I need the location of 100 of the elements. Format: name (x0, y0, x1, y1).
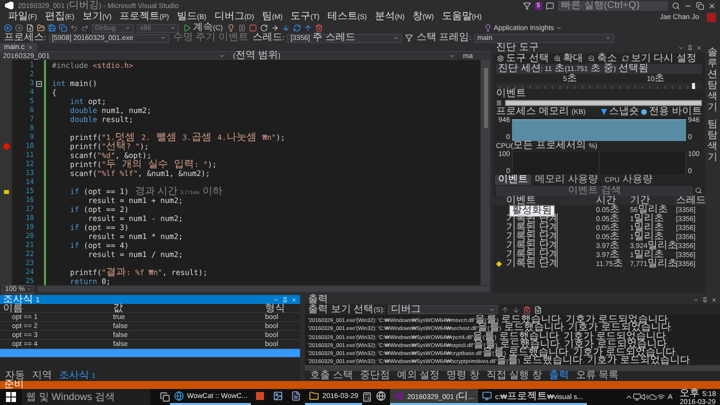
caret-icon[interactable] (125, 25, 131, 31)
tab[interactable]: 중단점 (356, 371, 393, 381)
pin-icon[interactable] (687, 45, 693, 51)
caret-icon[interactable] (605, 35, 612, 41)
table-cell-text: 기록된 단계 (506, 232, 560, 242)
column-header[interactable]: 이벤트 (506, 196, 596, 206)
zoom-out-icon (588, 55, 595, 62)
lightbulb-icon[interactable] (226, 24, 235, 32)
column-header[interactable]: 기간 (630, 196, 676, 206)
step-into-icon[interactable] (282, 24, 290, 32)
caret-icon[interactable] (678, 45, 684, 51)
close-icon[interactable] (708, 2, 716, 10)
slides-icon (255, 391, 266, 401)
caret-icon[interactable] (393, 35, 400, 41)
pause-icon[interactable] (238, 24, 246, 32)
column-header[interactable]: 이름 (0, 304, 110, 314)
feedback-icon[interactable] (546, 2, 554, 10)
save-all-icon[interactable] (59, 24, 67, 32)
tab[interactable]: 명령 창 (444, 371, 482, 381)
caret-icon[interactable] (449, 53, 455, 59)
word-wrap-icon[interactable] (534, 306, 542, 314)
next-icon[interactable] (512, 306, 520, 314)
event-search-field[interactable]: 이벤트 검색 (496, 186, 693, 196)
paint-icon (273, 391, 284, 401)
tab[interactable]: 이벤트 (495, 175, 531, 185)
column-header[interactable]: 값 (110, 304, 262, 314)
search-icon[interactable] (672, 2, 680, 10)
table-cell-text: 기록된 단계 (506, 259, 560, 269)
undo-icon[interactable] (70, 24, 78, 32)
tab[interactable]: 자동 (2, 371, 28, 381)
diagnostics-tool-button[interactable]: 축소 (586, 54, 618, 64)
new-watch-row[interactable] (0, 349, 300, 358)
caret-icon[interactable] (488, 306, 495, 312)
events-icon (496, 100, 502, 106)
previous-icon[interactable] (500, 306, 509, 314)
tab[interactable]: 출력 (546, 371, 572, 381)
show-hidden-icon[interactable] (624, 393, 633, 401)
open-folder-icon[interactable] (37, 24, 45, 32)
filter-icon[interactable] (405, 34, 414, 42)
side-tab[interactable]: 팀 탐색기 (708, 119, 718, 163)
legend-item: 스냅숏 (609, 107, 640, 117)
legend-item: 전용 바이트 (649, 107, 702, 117)
save-icon[interactable] (48, 24, 56, 32)
wifi-icon[interactable] (656, 393, 665, 401)
browser-icon (174, 391, 184, 401)
close-icon[interactable] (711, 296, 717, 302)
caret-icon[interactable] (26, 286, 31, 292)
collapse-icon[interactable] (36, 80, 42, 86)
diagnostics-tool-button[interactable]: 확대 (552, 54, 584, 64)
notifications-icon[interactable] (522, 2, 531, 10)
table-cell-text: 기록된 단계 (506, 250, 560, 260)
scrollbar[interactable] (480, 60, 490, 285)
search-icon[interactable] (695, 187, 702, 194)
panel-title: 출력 (308, 294, 328, 304)
redo-icon[interactable] (81, 24, 89, 32)
horizontal-scrollbar[interactable] (38, 286, 490, 292)
visual-studio-icon (394, 391, 404, 401)
diagnostics-tool-button[interactable]: 도구 선택 (496, 54, 550, 64)
volume-icon[interactable] (640, 393, 649, 401)
zoom-in-icon (554, 55, 561, 62)
tab[interactable]: 호출 스택 (307, 371, 356, 381)
network-icon[interactable] (632, 393, 641, 401)
column-header[interactable]: 형식 (262, 304, 300, 314)
event-track[interactable] (505, 100, 702, 106)
step-over-icon[interactable] (292, 24, 301, 32)
gear-icon (497, 55, 504, 62)
tab[interactable]: 예외 설정 (394, 371, 443, 381)
caret-icon[interactable] (219, 53, 225, 59)
show-next-statement-icon[interactable] (270, 24, 279, 32)
clear-icon[interactable] (522, 306, 531, 314)
taskbar-search-field[interactable]: 웹 및 Windows 검색 (22, 389, 150, 405)
calculator-icon[interactable] (362, 392, 372, 402)
forward-icon[interactable] (15, 24, 23, 32)
new-file-icon[interactable] (26, 24, 34, 32)
step-out-icon[interactable] (304, 24, 312, 32)
pin-icon[interactable] (702, 296, 708, 302)
trash-icon[interactable] (314, 24, 323, 32)
table-cell-text: 기록된 단계 (506, 241, 560, 251)
diagnostics-tool-button[interactable]: 보기 다시 설정 (620, 54, 698, 64)
output-source-dropdown[interactable]: 디버그 (388, 305, 498, 314)
tab[interactable]: 지역 (29, 371, 55, 381)
restart-icon[interactable] (260, 24, 268, 32)
side-tab[interactable]: 솔루션 탐색기 (708, 47, 718, 113)
tab[interactable]: 오류 목록 (572, 371, 622, 381)
column-header[interactable]: 시간 (596, 196, 630, 206)
back-icon[interactable] (4, 24, 12, 32)
section-label: 이벤트 (496, 89, 526, 99)
breakpoint-icon[interactable] (2, 143, 10, 150)
close-icon[interactable] (696, 45, 702, 51)
tab[interactable]: 메모리 사용량 (532, 175, 601, 185)
cloud-icon[interactable] (648, 393, 657, 401)
restore-icon[interactable] (696, 2, 704, 10)
quick-launch-field[interactable]: 빠른 실행(Ctrl+Q) (558, 0, 668, 10)
horizontal-scrollbar[interactable] (305, 365, 720, 371)
task-view-icon[interactable] (160, 392, 170, 402)
folder-icon (309, 391, 320, 401)
status-text: 준비 (4, 380, 24, 390)
globe-icon (376, 391, 386, 401)
tab[interactable]: 직접 실행 창 (483, 371, 545, 381)
caret-icon[interactable] (693, 296, 699, 302)
